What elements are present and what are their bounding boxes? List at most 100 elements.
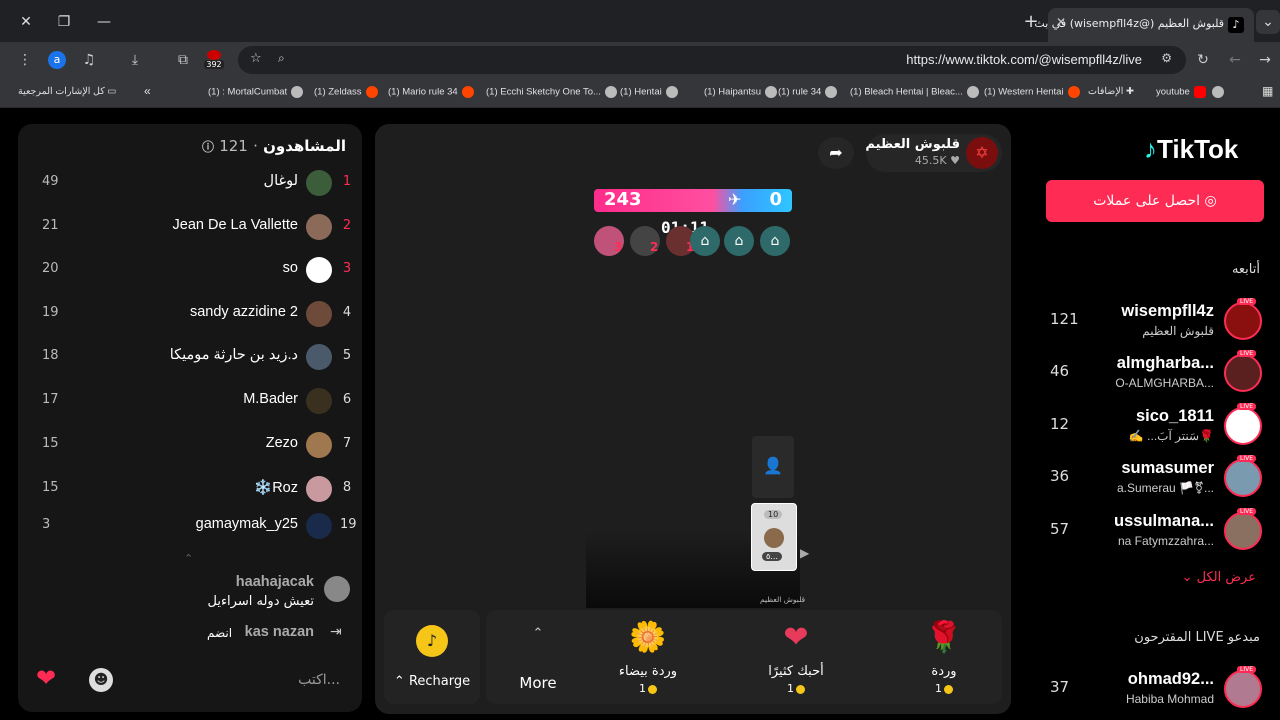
- host-avatar[interactable]: ✡: [966, 137, 998, 169]
- apps-grid-icon[interactable]: ▦: [1262, 84, 1273, 98]
- tiktok-favicon-icon: ♪: [1228, 17, 1244, 33]
- viewer-row[interactable]: 6 M.Bader 17: [42, 386, 354, 416]
- bookmark-star-icon[interactable]: ☆: [250, 51, 262, 66]
- bookmarks-overflow-icon[interactable]: «: [144, 84, 151, 98]
- bookmark-item[interactable]: (1) Ecchi Sketchy One To...: [486, 86, 617, 98]
- profile-avatar[interactable]: a: [48, 51, 66, 69]
- battle-score-bar: 243 0 ✈: [594, 189, 792, 212]
- recharge-button[interactable]: ♪ ⌃ Recharge: [384, 610, 480, 704]
- gift-rose[interactable]: 🌹 وردة 1: [894, 618, 994, 702]
- more-button[interactable]: More: [508, 674, 568, 692]
- viewer-row[interactable]: 5 د.زيد بن حارثة موميكا 18: [42, 342, 354, 372]
- reload-icon[interactable]: ↻: [1194, 52, 1212, 68]
- tab-search-icon[interactable]: ⌄: [1256, 10, 1280, 34]
- get-coins-button[interactable]: احصل على عملات ◎: [1046, 180, 1264, 222]
- minimize-window-icon[interactable]: —: [92, 10, 116, 34]
- bookmark-item[interactable]: (1) Western Hentai: [984, 86, 1080, 98]
- coin-icon: [796, 684, 805, 694]
- viewer-count: 36: [1050, 467, 1070, 485]
- bookmark-item[interactable]: (1) Mario rule 34: [388, 86, 474, 98]
- supporter-rank: 2: [650, 240, 659, 254]
- host-card[interactable]: ✡ قلبوش العظيم 45.5K ♥: [865, 134, 1002, 172]
- avatar[interactable]: [324, 576, 350, 602]
- gift-white-rose[interactable]: 🌼 وردة بيضاء 1: [598, 618, 698, 702]
- zoom-icon[interactable]: ⌕: [278, 51, 285, 66]
- heart-hug-icon: ❤: [783, 620, 809, 655]
- play-icon[interactable]: ▶: [800, 546, 809, 560]
- chat-username[interactable]: haahajacak: [236, 574, 314, 590]
- share-icon[interactable]: ➦: [818, 137, 854, 169]
- white-rose-icon: 🌼: [629, 620, 667, 655]
- heart-icon[interactable]: ❤: [36, 664, 56, 692]
- forward-icon[interactable]: ←: [1226, 52, 1244, 68]
- avatar[interactable]: [306, 476, 332, 502]
- chat-username[interactable]: kas nazan: [245, 624, 314, 640]
- viewer-count: 37: [1050, 678, 1070, 696]
- chat-message: تعيش دوله اسراءيل: [207, 594, 314, 609]
- see-all-link[interactable]: ⌄ عرض الكل: [1182, 570, 1256, 585]
- bookmark-item[interactable]: (1) Zeldass: [314, 86, 378, 98]
- snowflake-badge-icon: ❄️: [254, 480, 273, 496]
- menu-dots-icon[interactable]: ⋮: [16, 52, 34, 68]
- viewer-row[interactable]: 8 Roz❄️ 15: [42, 474, 354, 504]
- avatar[interactable]: [306, 214, 332, 240]
- extensions-icon[interactable]: ⧉: [174, 52, 192, 68]
- bookmark-item[interactable]: (1) Haipantsu: [704, 86, 778, 98]
- chevron-up-icon[interactable]: ⌃: [520, 626, 556, 641]
- bookmark-item[interactable]: (1) : MortalCumbat: [208, 86, 304, 98]
- mini-guest-card[interactable]: 10 ٥...: [751, 503, 797, 571]
- mini-guest-count: 10: [764, 510, 783, 519]
- following-row[interactable]: LIVE ussulmana... na Fatymzzahra... 57: [1040, 506, 1266, 556]
- bookmark-item[interactable]: (1) rule 34: [778, 86, 838, 98]
- address-bar[interactable]: ☆ ⌕ https://www.tiktok.com/@wisempfll4z/…: [238, 46, 1186, 74]
- following-row[interactable]: LIVE wisempfll4z قلبوش العظيم 121: [1040, 296, 1266, 346]
- viewer-row[interactable]: 19 gamaymak_y25 3: [42, 511, 357, 541]
- tiktok-logo[interactable]: ♪TikTok: [1144, 134, 1238, 165]
- avatar[interactable]: [306, 388, 332, 414]
- avatar[interactable]: [306, 432, 332, 458]
- all-bookmarks[interactable]: كل الإشارات المرجعية ▭: [18, 86, 116, 97]
- close-window-icon[interactable]: ✕: [14, 10, 38, 34]
- gift-price-value: 1: [639, 682, 646, 695]
- info-icon[interactable]: ⓘ: [202, 140, 214, 154]
- gift-price-value: 1: [787, 682, 794, 695]
- bookmark-item[interactable]: (1) Hentai: [620, 86, 678, 98]
- media-controls-icon[interactable]: ♫: [80, 52, 98, 68]
- viewer-row[interactable]: 3 so 20: [42, 255, 354, 285]
- bookmark-item[interactable]: الإضافات ✚: [1088, 86, 1134, 97]
- chat-input[interactable]: ...اكتب: [298, 672, 340, 688]
- empty-seat-icon: ⌂: [690, 226, 720, 256]
- viewer-gift-count: 15: [42, 480, 59, 495]
- bookmark-item[interactable]: youtube: [1156, 86, 1225, 98]
- avatar[interactable]: [306, 513, 332, 539]
- restore-window-icon[interactable]: ❐: [52, 10, 76, 34]
- avatar[interactable]: [306, 170, 332, 196]
- viewer-row[interactable]: 7 Zezo 15: [42, 430, 354, 460]
- following-sub: a.Sumerau 🏳️⚧...: [1116, 481, 1214, 495]
- coin-icon: [944, 684, 953, 694]
- site-settings-icon[interactable]: ⚙: [1161, 51, 1172, 65]
- avatar[interactable]: [306, 257, 332, 283]
- live-badge: LIVE: [1236, 350, 1256, 357]
- viewer-row[interactable]: 2 Jean De La Vallette 21: [42, 212, 354, 242]
- suggested-creator-row[interactable]: LIVE ohmad92... Habiba Mohmad 37: [1040, 664, 1266, 714]
- following-row[interactable]: LIVE sico_1811 ✍ ...سَنتر آبَ🌹 12: [1040, 401, 1266, 451]
- viewer-row[interactable]: 4 sandy azzidine 2 19: [42, 299, 354, 329]
- active-tab[interactable]: ✕ قلبوش العظيم (@wisempfll4z) في بث ♪: [1034, 8, 1254, 42]
- collapse-chevron-icon[interactable]: ⌃: [184, 552, 193, 565]
- following-row[interactable]: LIVE sumasumer a.Sumerau 🏳️⚧... 36: [1040, 453, 1266, 503]
- tiktok-coin-icon: ♪: [416, 625, 448, 657]
- avatar[interactable]: [306, 301, 332, 327]
- download-icon[interactable]: ⤓: [126, 52, 144, 68]
- creator-sub: Habiba Mohmad: [1125, 692, 1214, 706]
- url-text[interactable]: https://www.tiktok.com/@wisempfll4z/live: [906, 52, 1142, 67]
- emoji-icon[interactable]: ☻: [89, 668, 113, 692]
- extension-badge[interactable]: 392: [204, 50, 224, 70]
- viewer-row[interactable]: 1 لوغال 49: [42, 168, 354, 198]
- following-row[interactable]: LIVE almgharba... O-ALMGHARBA... 46: [1040, 348, 1266, 398]
- gift-love-you[interactable]: ❤ أحبك كثيرًا 1: [746, 618, 846, 702]
- avatar[interactable]: [306, 344, 332, 370]
- back-icon[interactable]: →: [1256, 52, 1274, 68]
- following-name: ussulmana...: [1114, 512, 1214, 530]
- bookmark-item[interactable]: (1) Bleach Hentai | Bleac...: [850, 86, 979, 98]
